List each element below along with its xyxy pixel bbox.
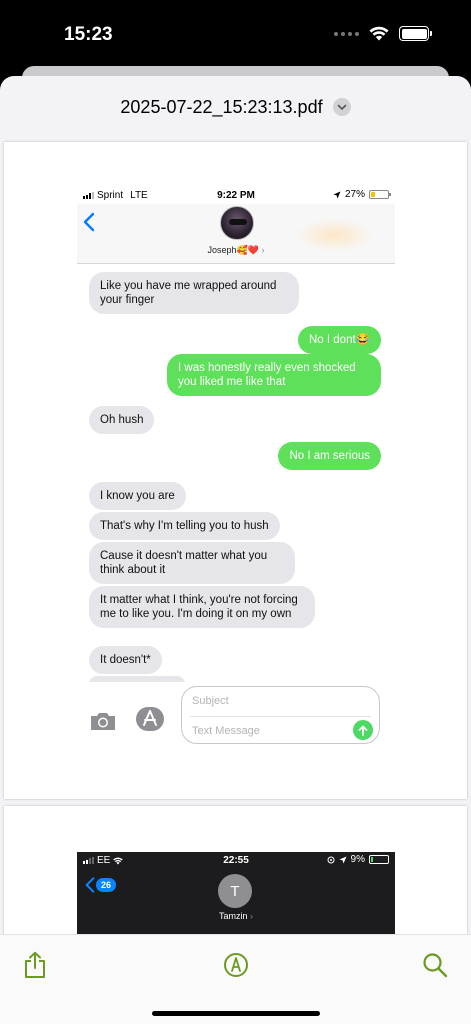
location-arrow-icon: [333, 191, 341, 198]
location-arrow-icon: [339, 856, 347, 863]
embedded-status-bar-2: EE 22:55 9%: [77, 852, 395, 868]
messages-screenshot: Sprint LTE 9:22 PM 27% Joseph🥰❤️ › Like …: [77, 186, 395, 752]
conversation-header: Joseph🥰❤️ ›: [77, 204, 395, 264]
status-time: 15:23: [64, 24, 113, 45]
status-bar: 15:23: [0, 0, 471, 70]
bottom-toolbar: [0, 934, 471, 1024]
search-button[interactable]: [421, 951, 449, 979]
contact-avatar[interactable]: [220, 206, 254, 240]
document-title: 2025-07-22_15:23:13.pdf: [120, 96, 323, 117]
pdf-viewer-sheet: 2025-07-22_15:23:13.pdf Sprint LTE 9:22 …: [0, 76, 471, 1024]
embedded-battery-icon: [369, 190, 391, 199]
outgoing-message-bubble[interactable]: I was honestly really even shocked you l…: [167, 354, 381, 396]
share-icon: [25, 951, 45, 978]
cellular-icon: [334, 31, 359, 36]
document-header[interactable]: 2025-07-22_15:23:13.pdf: [0, 76, 471, 138]
compose-bar: Subject Text Message: [77, 682, 395, 752]
camera-icon[interactable]: [89, 710, 117, 732]
incoming-message-bubble[interactable]: Cause it doesn't matter what you think a…: [89, 542, 295, 584]
battery-icon: [399, 26, 432, 41]
embedded-status-right: 27%: [333, 189, 391, 200]
compose-field[interactable]: Subject Text Message: [181, 686, 380, 744]
incoming-message-bubble[interactable]: I know you are: [89, 482, 186, 510]
wifi-icon: [369, 26, 389, 41]
status-icons: [334, 26, 432, 41]
incoming-message-bubble[interactable]: It matter what I think, you're not forci…: [89, 586, 315, 628]
embedded-battery-icon-2: [369, 855, 389, 864]
contact-name-text-2: Tamzin: [218, 911, 248, 921]
arrow-up-icon: [358, 725, 368, 736]
unread-count-badge: 26: [96, 878, 117, 892]
incoming-message-bubble[interactable]: Like you have me wrapped around your fin…: [89, 272, 299, 314]
embedded-status-right-2: 9%: [327, 854, 389, 865]
incoming-message-bubble[interactable]: It doesn't*: [89, 646, 162, 674]
embedded-status-bar: Sprint LTE 9:22 PM 27%: [77, 186, 395, 204]
compose-divider: [190, 716, 371, 717]
home-indicator: [152, 1011, 320, 1016]
markup-button[interactable]: [222, 951, 250, 979]
app-store-icon[interactable]: [135, 706, 165, 732]
embedded-battery-text: 27%: [344, 189, 365, 200]
markup-icon: [224, 953, 248, 977]
contact-avatar-2[interactable]: T: [218, 874, 252, 908]
chevron-right-icon: ›: [250, 911, 254, 921]
orientation-lock-icon: [327, 856, 335, 863]
back-button-2[interactable]: 26: [85, 876, 117, 894]
outgoing-message-bubble[interactable]: No I dont😂: [298, 326, 381, 354]
outgoing-message-bubble[interactable]: No I am serious: [278, 442, 381, 470]
redacted-blur: [295, 218, 375, 252]
contact-name-text: Joseph🥰❤️: [207, 245, 259, 255]
text-message-placeholder[interactable]: Text Message: [192, 725, 260, 737]
send-button[interactable]: [353, 720, 373, 740]
back-chevron-icon[interactable]: [83, 212, 95, 232]
chevron-down-icon[interactable]: [332, 98, 351, 116]
search-icon: [423, 953, 448, 978]
pdf-page-1: Sprint LTE 9:22 PM 27% Joseph🥰❤️ › Like …: [4, 142, 467, 799]
incoming-message-bubble[interactable]: That's why I'm telling you to hush: [89, 512, 280, 540]
chevron-right-icon: ›: [261, 245, 265, 255]
embedded-battery-text-2: 9%: [350, 854, 365, 865]
contact-name-2[interactable]: Tamzin ›: [77, 911, 395, 921]
subject-placeholder[interactable]: Subject: [192, 695, 229, 707]
back-chevron-icon: [85, 877, 95, 893]
incoming-message-bubble[interactable]: Oh hush: [89, 406, 155, 434]
share-button[interactable]: [21, 951, 49, 979]
